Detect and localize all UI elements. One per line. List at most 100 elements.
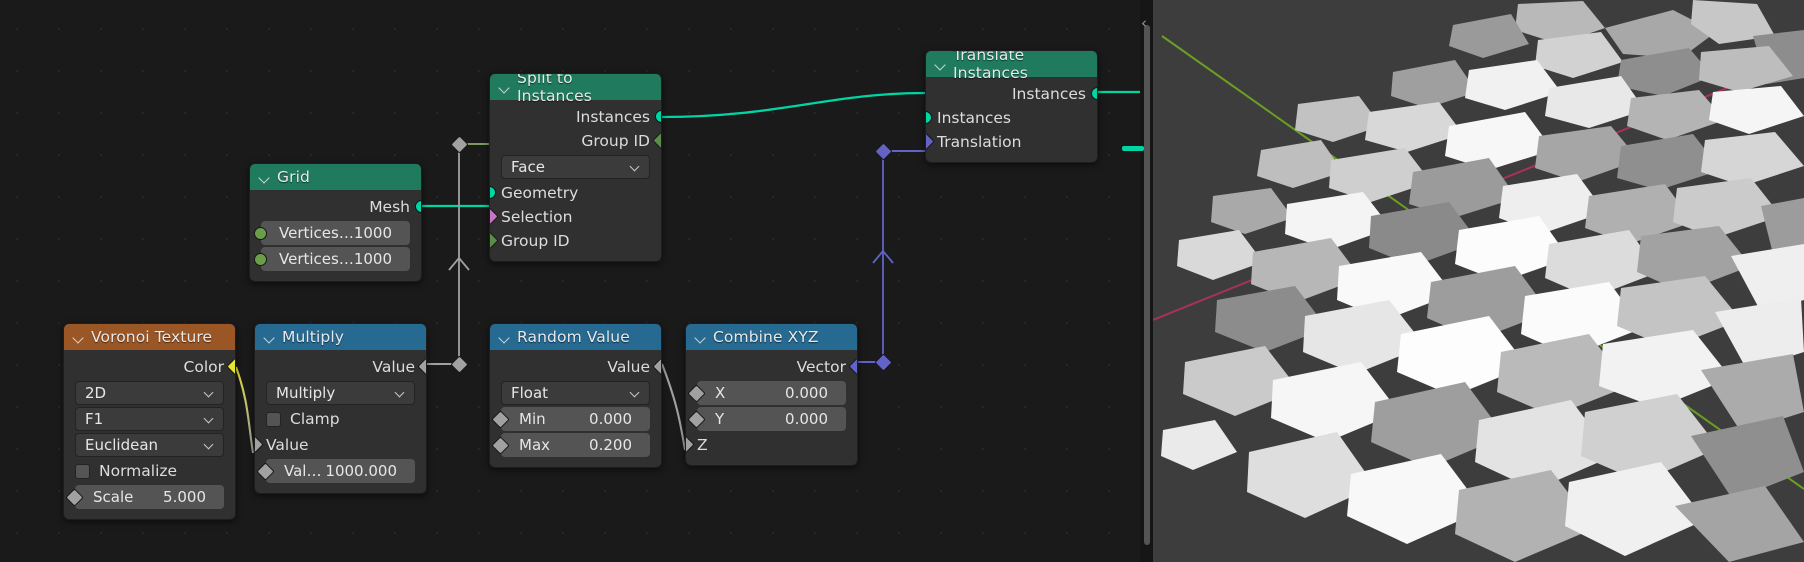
socket-value-input-b[interactable] <box>256 462 275 481</box>
socket-groupid-input[interactable] <box>490 231 499 250</box>
socket-row-split-selection[interactable]: Selection <box>490 205 661 229</box>
socket-label-mesh: Mesh <box>369 198 410 216</box>
checkbox-clamp-row[interactable]: Clamp <box>266 407 415 431</box>
node-multiply-header[interactable]: Multiply <box>255 324 426 350</box>
field-y-value: 0.000 <box>785 410 828 428</box>
dropdown-dimensions[interactable]: 2D <box>75 381 224 405</box>
field-y[interactable]: Y 0.000 <box>687 407 846 431</box>
socket-instances-output[interactable] <box>1091 87 1097 100</box>
reroute-multiply-out[interactable] <box>450 355 469 374</box>
dropdown-domain[interactable]: Face <box>501 155 650 179</box>
socket-row-grid-mesh[interactable]: Mesh <box>250 195 421 219</box>
socket-mesh-output[interactable] <box>415 200 421 213</box>
socket-row-split-instances[interactable]: Instances <box>490 105 661 129</box>
node-voronoi-header[interactable]: Voronoi Texture <box>64 324 235 350</box>
field-scale-value: 5.000 <box>163 488 206 506</box>
3d-viewport[interactable] <box>1153 0 1804 562</box>
node-grid[interactable]: Grid Mesh Vertices… 1000 Vertices… 1000 <box>249 163 422 282</box>
chevron-down-icon[interactable] <box>695 332 706 343</box>
socket-row-translate-instances-in[interactable]: Instances <box>926 106 1097 130</box>
chevron-down-icon[interactable] <box>935 59 946 70</box>
node-random-value[interactable]: Random Value Value Float Min 0.000 Max 0… <box>489 323 662 468</box>
socket-value-output[interactable] <box>652 357 661 376</box>
socket-row-combine-z[interactable]: Z <box>686 433 857 457</box>
field-x-value: 0.000 <box>785 384 828 402</box>
socket-row-split-groupid-in[interactable]: Group ID <box>490 229 661 253</box>
node-grid-title: Grid <box>277 168 310 186</box>
node-multiply[interactable]: Multiply Value Multiply Clamp Value Val…… <box>254 323 427 494</box>
socket-y[interactable] <box>687 410 706 429</box>
node-split-to-instances[interactable]: Split to Instances Instances Group ID Fa… <box>489 73 662 262</box>
field-min[interactable]: Min 0.000 <box>491 407 650 431</box>
field-max[interactable]: Max 0.200 <box>491 433 650 457</box>
socket-geometry-input[interactable] <box>490 186 496 199</box>
field-vertices-y[interactable]: Vertices… 1000 <box>254 247 410 271</box>
checkbox-clamp[interactable] <box>266 411 281 427</box>
chevron-down-icon[interactable] <box>499 82 510 93</box>
chevron-down-icon[interactable] <box>631 389 640 398</box>
socket-vector-output[interactable] <box>848 357 857 376</box>
field-value-b[interactable]: Val… 1000.000 <box>256 459 415 483</box>
socket-row-split-groupid-out[interactable]: Group ID <box>490 129 661 153</box>
chevron-down-icon[interactable] <box>205 389 214 398</box>
socket-scale[interactable] <box>65 488 84 507</box>
chevron-down-icon[interactable] <box>73 332 84 343</box>
dropdown-feature[interactable]: F1 <box>75 407 224 431</box>
collapse-panel-arrow-icon[interactable]: ‹ <box>1137 13 1151 33</box>
socket-row-combine-vector-out[interactable]: Vector <box>686 355 857 379</box>
dropdown-data-type[interactable]: Float <box>501 381 650 405</box>
node-split-header[interactable]: Split to Instances <box>490 74 661 105</box>
link-split-to-translate <box>661 91 926 119</box>
socket-min[interactable] <box>491 410 510 429</box>
socket-row-voronoi-color[interactable]: Color <box>64 355 235 379</box>
node-combine-xyz[interactable]: Combine XYZ Vector X 0.000 Y 0.000 Z <box>685 323 858 466</box>
socket-value-input-a[interactable] <box>255 435 264 454</box>
field-vertices-x[interactable]: Vertices… 1000 <box>254 221 410 245</box>
node-translate-instances[interactable]: Translate Instances Instances Instances … <box>925 50 1098 163</box>
socket-color-output[interactable] <box>226 357 235 376</box>
chevron-down-icon[interactable] <box>499 332 510 343</box>
geometry-node-editor[interactable]: Grid Mesh Vertices… 1000 Vertices… 1000 <box>0 0 1152 562</box>
socket-instances-input[interactable] <box>926 111 932 124</box>
node-voronoi-texture[interactable]: Voronoi Texture Color 2D F1 Euclidean No… <box>63 323 236 520</box>
chevron-down-icon[interactable] <box>396 389 405 398</box>
socket-groupid-output[interactable] <box>652 131 661 150</box>
socket-vertices-y[interactable] <box>254 253 267 266</box>
socket-x[interactable] <box>687 384 706 403</box>
checkbox-normalize-row[interactable]: Normalize <box>75 459 224 483</box>
node-grid-header[interactable]: Grid <box>250 164 421 190</box>
dropdown-distance-metric[interactable]: Euclidean <box>75 433 224 457</box>
chevron-down-icon[interactable] <box>205 415 214 424</box>
node-editor-scrollbar[interactable] <box>1144 25 1150 545</box>
socket-value-output[interactable] <box>417 357 426 376</box>
chevron-down-icon[interactable] <box>631 163 640 172</box>
socket-max[interactable] <box>491 436 510 455</box>
reroute-translation-in[interactable] <box>874 142 893 161</box>
chevron-down-icon[interactable] <box>264 332 275 343</box>
socket-row-translate-translation[interactable]: Translation <box>926 130 1097 154</box>
field-x[interactable]: X 0.000 <box>687 381 846 405</box>
socket-translation-input[interactable] <box>926 132 935 151</box>
socket-selection-input[interactable] <box>490 207 499 226</box>
reroute-group-id-in[interactable] <box>450 135 469 154</box>
reroute-vector-out[interactable] <box>874 353 893 372</box>
socket-vertices-x[interactable] <box>254 227 267 240</box>
dropdown-operation[interactable]: Multiply <box>266 381 415 405</box>
socket-z[interactable] <box>686 435 695 454</box>
dropdown-operation-value: Multiply <box>276 384 336 402</box>
link-voronoi-to-multiply <box>235 366 255 454</box>
socket-row-translate-instances-out[interactable]: Instances <box>926 82 1097 106</box>
socket-row-multiply-value-in[interactable]: Value <box>255 433 426 457</box>
checkbox-normalize[interactable] <box>75 463 90 479</box>
node-random-header[interactable]: Random Value <box>490 324 661 350</box>
chevron-down-icon[interactable] <box>259 172 270 183</box>
socket-row-random-value-out[interactable]: Value <box>490 355 661 379</box>
socket-instances-output[interactable] <box>655 110 661 123</box>
socket-label-instances-out: Instances <box>575 108 650 126</box>
field-scale[interactable]: Scale 5.000 <box>65 485 224 509</box>
socket-row-split-geometry[interactable]: Geometry <box>490 181 661 205</box>
node-translate-header[interactable]: Translate Instances <box>926 51 1097 82</box>
socket-row-multiply-value-out[interactable]: Value <box>255 355 426 379</box>
chevron-down-icon[interactable] <box>205 441 214 450</box>
node-combine-header[interactable]: Combine XYZ <box>686 324 857 350</box>
